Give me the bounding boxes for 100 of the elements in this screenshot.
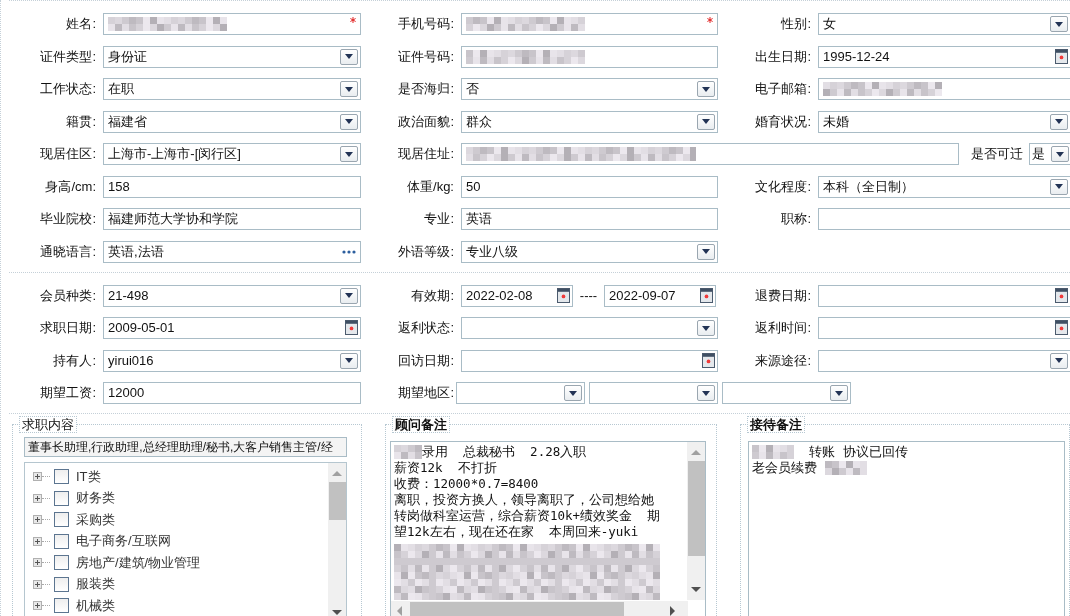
caret-icon[interactable]: [340, 287, 358, 304]
input-field[interactable]: 158: [103, 175, 361, 198]
tree-item[interactable]: 财务类: [76, 489, 115, 508]
input-field[interactable]: [818, 208, 1070, 230]
select-field[interactable]: 否: [461, 78, 718, 100]
caret-icon[interactable]: [1050, 178, 1068, 195]
calendar-icon[interactable]: [1055, 48, 1068, 64]
input-field[interactable]: 12000: [103, 382, 361, 404]
caret-icon[interactable]: [1051, 146, 1069, 162]
note-text: 离职，投资方换人，领导离职了，公司想给她: [394, 492, 654, 508]
input-field[interactable]: [103, 13, 361, 35]
select-field[interactable]: [456, 382, 585, 404]
date-field[interactable]: 2022-02-08: [461, 284, 573, 307]
caret-icon[interactable]: [697, 385, 715, 401]
select-field[interactable]: 在职: [103, 78, 361, 100]
tree-item[interactable]: 电子商务/互联网: [76, 532, 171, 551]
date-field[interactable]: 2022-09-07: [604, 284, 716, 307]
select-field[interactable]: 上海市-上海市-[闵行区]: [103, 143, 361, 165]
field-label: 出生日期:: [754, 47, 812, 66]
select-field[interactable]: 福建省: [103, 110, 361, 133]
caret-icon[interactable]: [830, 385, 848, 401]
checkbox[interactable]: [54, 469, 69, 485]
notes-textarea[interactable]: 录用 总裁秘书 2.28入职 薪资12k 不打折 收费：12000*0.7=8400 离职，投资方换人，领导离职了，公司想给她 转岗做科室运营，综合薪资10k+绩效奖金 期 望12k左右，现在还在家 本周回来-yuki: [390, 441, 706, 616]
caret-icon[interactable]: [1050, 113, 1068, 130]
caret-icon[interactable]: [1050, 352, 1068, 369]
caret-icon[interactable]: [697, 81, 715, 97]
calendar-icon[interactable]: [1055, 287, 1068, 303]
scrollbar[interactable]: [687, 442, 705, 600]
select-field[interactable]: yirui016: [103, 349, 361, 372]
expand-icon[interactable]: [33, 493, 42, 503]
date-field[interactable]: [461, 349, 718, 372]
calendar-icon[interactable]: [345, 320, 358, 335]
date-field[interactable]: 2009-05-01: [103, 317, 361, 339]
calendar-icon[interactable]: [1055, 320, 1068, 335]
more-icon[interactable]: [342, 249, 356, 254]
expand-icon[interactable]: [33, 515, 42, 525]
checkbox[interactable]: [54, 555, 69, 571]
field-label: 现居住区:: [39, 145, 97, 163]
input-field[interactable]: 福建师范大学协和学院: [103, 208, 361, 230]
note-text: 薪资12k 不打折: [394, 460, 497, 476]
date-field[interactable]: [818, 284, 1070, 307]
date-field[interactable]: [818, 317, 1070, 339]
caret-icon[interactable]: [340, 146, 358, 162]
select-field[interactable]: [461, 317, 718, 339]
tree-item[interactable]: 服装类: [76, 575, 115, 594]
input-field[interactable]: [818, 78, 1070, 100]
caret-icon[interactable]: [340, 352, 358, 369]
caret-icon[interactable]: [697, 243, 715, 260]
calendar-icon[interactable]: [700, 287, 713, 303]
caret-icon[interactable]: [564, 385, 582, 401]
calendar-icon[interactable]: [702, 352, 715, 368]
expand-icon[interactable]: [33, 536, 42, 546]
date-field[interactable]: 1995-12-24: [818, 45, 1070, 68]
scrollbar[interactable]: [391, 601, 688, 616]
checkbox[interactable]: [54, 598, 69, 614]
caret-icon[interactable]: [340, 113, 358, 130]
select-field[interactable]: 专业八级: [461, 240, 718, 263]
expand-icon[interactable]: [33, 579, 42, 589]
select-field[interactable]: 本科（全日制）: [818, 175, 1070, 198]
checkbox[interactable]: [54, 533, 69, 549]
input-field[interactable]: [461, 143, 959, 165]
input-field[interactable]: 50: [461, 175, 718, 198]
caret-icon[interactable]: [340, 81, 358, 97]
checkbox[interactable]: [54, 512, 69, 528]
expand-icon[interactable]: [33, 558, 42, 568]
select-field[interactable]: 21-498: [103, 284, 361, 307]
input-field[interactable]: 英语,法语: [103, 240, 361, 263]
field-label: 毕业院校:: [39, 210, 97, 228]
tree-item[interactable]: 机械类: [76, 596, 115, 615]
checkbox[interactable]: [54, 576, 69, 592]
field-label: 是否海归:: [397, 80, 455, 98]
notes-textarea[interactable]: 转账 协议已回传 老会员续费: [748, 441, 1065, 616]
caret-icon[interactable]: [1050, 16, 1068, 32]
input-field[interactable]: [461, 45, 718, 68]
select-field[interactable]: [818, 349, 1070, 372]
select-field[interactable]: 未婚: [818, 110, 1070, 133]
checkbox[interactable]: [54, 490, 69, 506]
calendar-icon[interactable]: [557, 287, 570, 303]
select-field[interactable]: [722, 382, 851, 404]
tree-item[interactable]: 采购类: [76, 510, 115, 529]
tree-item[interactable]: IT类: [76, 467, 101, 486]
field-label: 返利状态:: [397, 319, 455, 337]
scrollbar[interactable]: [328, 463, 346, 616]
expand-icon[interactable]: [33, 472, 42, 482]
select-field[interactable]: [589, 382, 718, 404]
select-field[interactable]: 群众: [461, 110, 718, 133]
expand-icon[interactable]: [33, 601, 42, 611]
caret-icon[interactable]: [340, 48, 358, 65]
tree-item[interactable]: 房地产/建筑/物业管理: [76, 553, 201, 572]
select-field[interactable]: 身份证: [103, 45, 361, 68]
select-field[interactable]: 是: [1029, 143, 1070, 165]
input-field[interactable]: 董事长助理,行政助理,总经理助理/秘书,大客户销售主管/经: [24, 437, 347, 457]
select-field[interactable]: 女: [818, 13, 1070, 35]
note-text: 转账 协议已回传: [808, 444, 908, 460]
caret-icon[interactable]: [697, 320, 715, 336]
note-text: 录用 总裁秘书 2.28入职: [422, 444, 587, 460]
caret-icon[interactable]: [697, 113, 715, 130]
input-field[interactable]: 英语: [461, 208, 718, 230]
field-label: 籍贯:: [65, 112, 97, 131]
input-field[interactable]: [461, 13, 718, 35]
